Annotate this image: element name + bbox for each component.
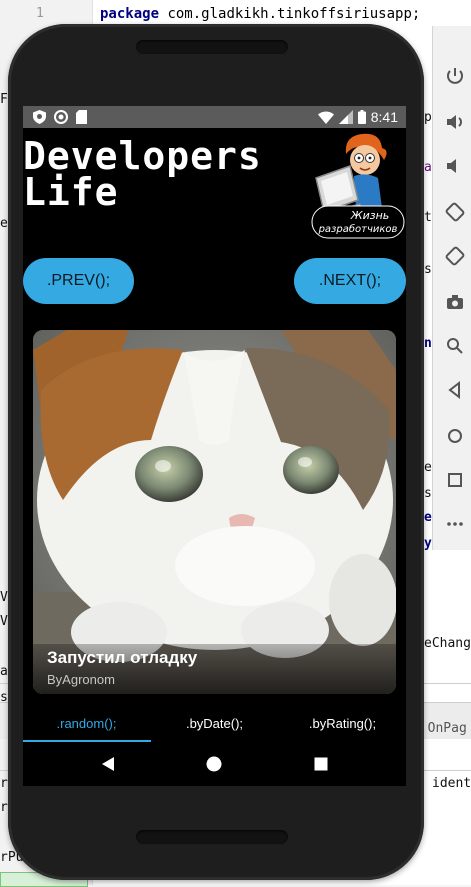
phone-screen: 8:41 Developers Life Жизнь разработчиков — [23, 106, 406, 786]
code-fragment: s — [424, 486, 432, 501]
home-icon[interactable] — [445, 426, 465, 446]
app-title: Developers Life — [23, 134, 262, 214]
volume-up-icon[interactable] — [445, 112, 465, 132]
signal-icon — [338, 110, 353, 124]
code-fragment: p — [424, 110, 432, 125]
code-fragment: t — [424, 210, 432, 225]
code-keyword: package — [100, 6, 160, 22]
tab-by-rating[interactable]: .byRating(); — [279, 704, 406, 742]
rotate-right-icon[interactable] — [445, 246, 465, 266]
code-fragment: ident — [432, 776, 471, 791]
post-title: Запустил отладку — [47, 648, 198, 667]
prev-button[interactable]: .PREV(); — [23, 258, 134, 304]
shield-icon — [33, 110, 46, 124]
tab-by-date[interactable]: .byDate(); — [151, 704, 278, 742]
code-fragment: e — [424, 460, 432, 475]
nav-overview-icon[interactable] — [311, 754, 331, 774]
code-fragment: n — [424, 336, 432, 351]
code-fragment: eChang — [424, 636, 471, 651]
sdcard-icon — [76, 110, 87, 124]
camera-icon[interactable] — [445, 292, 465, 312]
code-fragment: r — [0, 800, 8, 815]
line-number: 1 — [36, 6, 44, 21]
code-line[interactable]: package com.gladkikh.tinkoffsiriusapp; — [100, 6, 420, 22]
tab-bar: .random(); .byDate(); .byRating(); — [23, 704, 406, 742]
status-time: 8:41 — [370, 109, 398, 125]
zoom-icon[interactable] — [445, 336, 465, 356]
code-text: com.gladkikh.tinkoffsiriusapp; — [159, 6, 421, 22]
more-icon[interactable] — [445, 514, 465, 534]
phone-frame: 8:41 Developers Life Жизнь разработчиков — [8, 24, 424, 880]
nav-home-icon[interactable] — [204, 754, 224, 774]
top-speaker — [136, 40, 288, 54]
overview-icon[interactable] — [445, 470, 465, 490]
emulator-toolbar — [432, 26, 471, 550]
next-button[interactable]: .NEXT(); — [294, 258, 406, 304]
code-fragment: e — [424, 510, 432, 525]
code-fragment: V — [0, 614, 8, 629]
bottom-speaker — [136, 830, 288, 844]
code-fragment: s — [424, 262, 432, 277]
code-fragment: a — [0, 664, 8, 679]
status-bar: 8:41 — [23, 106, 406, 128]
tab-random[interactable]: .random(); — [23, 704, 150, 742]
post-caption: Запустил отладку ByAgronom — [33, 644, 396, 694]
back-icon[interactable] — [445, 380, 465, 400]
wifi-icon — [317, 110, 334, 124]
post-image — [33, 330, 396, 694]
app-logo: Жизнь разработчиков — [311, 133, 405, 239]
circle-icon — [54, 110, 68, 124]
code-fragment: V — [0, 590, 8, 605]
logo-text-line2: разработчиков — [318, 223, 398, 235]
logo-text-line1: Жизнь — [350, 209, 390, 222]
volume-down-icon[interactable] — [445, 156, 465, 176]
code-fragment: y — [424, 536, 432, 551]
code-fragment: a — [424, 160, 432, 175]
rotate-left-icon[interactable] — [445, 202, 465, 222]
nav-back-icon[interactable] — [98, 754, 118, 774]
post-author: ByAgronom — [47, 672, 115, 687]
power-icon[interactable] — [445, 66, 465, 86]
android-nav-bar — [23, 742, 406, 786]
battery-icon — [357, 110, 366, 124]
code-fragment: r — [0, 776, 8, 791]
post-card[interactable]: Запустил отладку ByAgronom — [33, 330, 396, 694]
